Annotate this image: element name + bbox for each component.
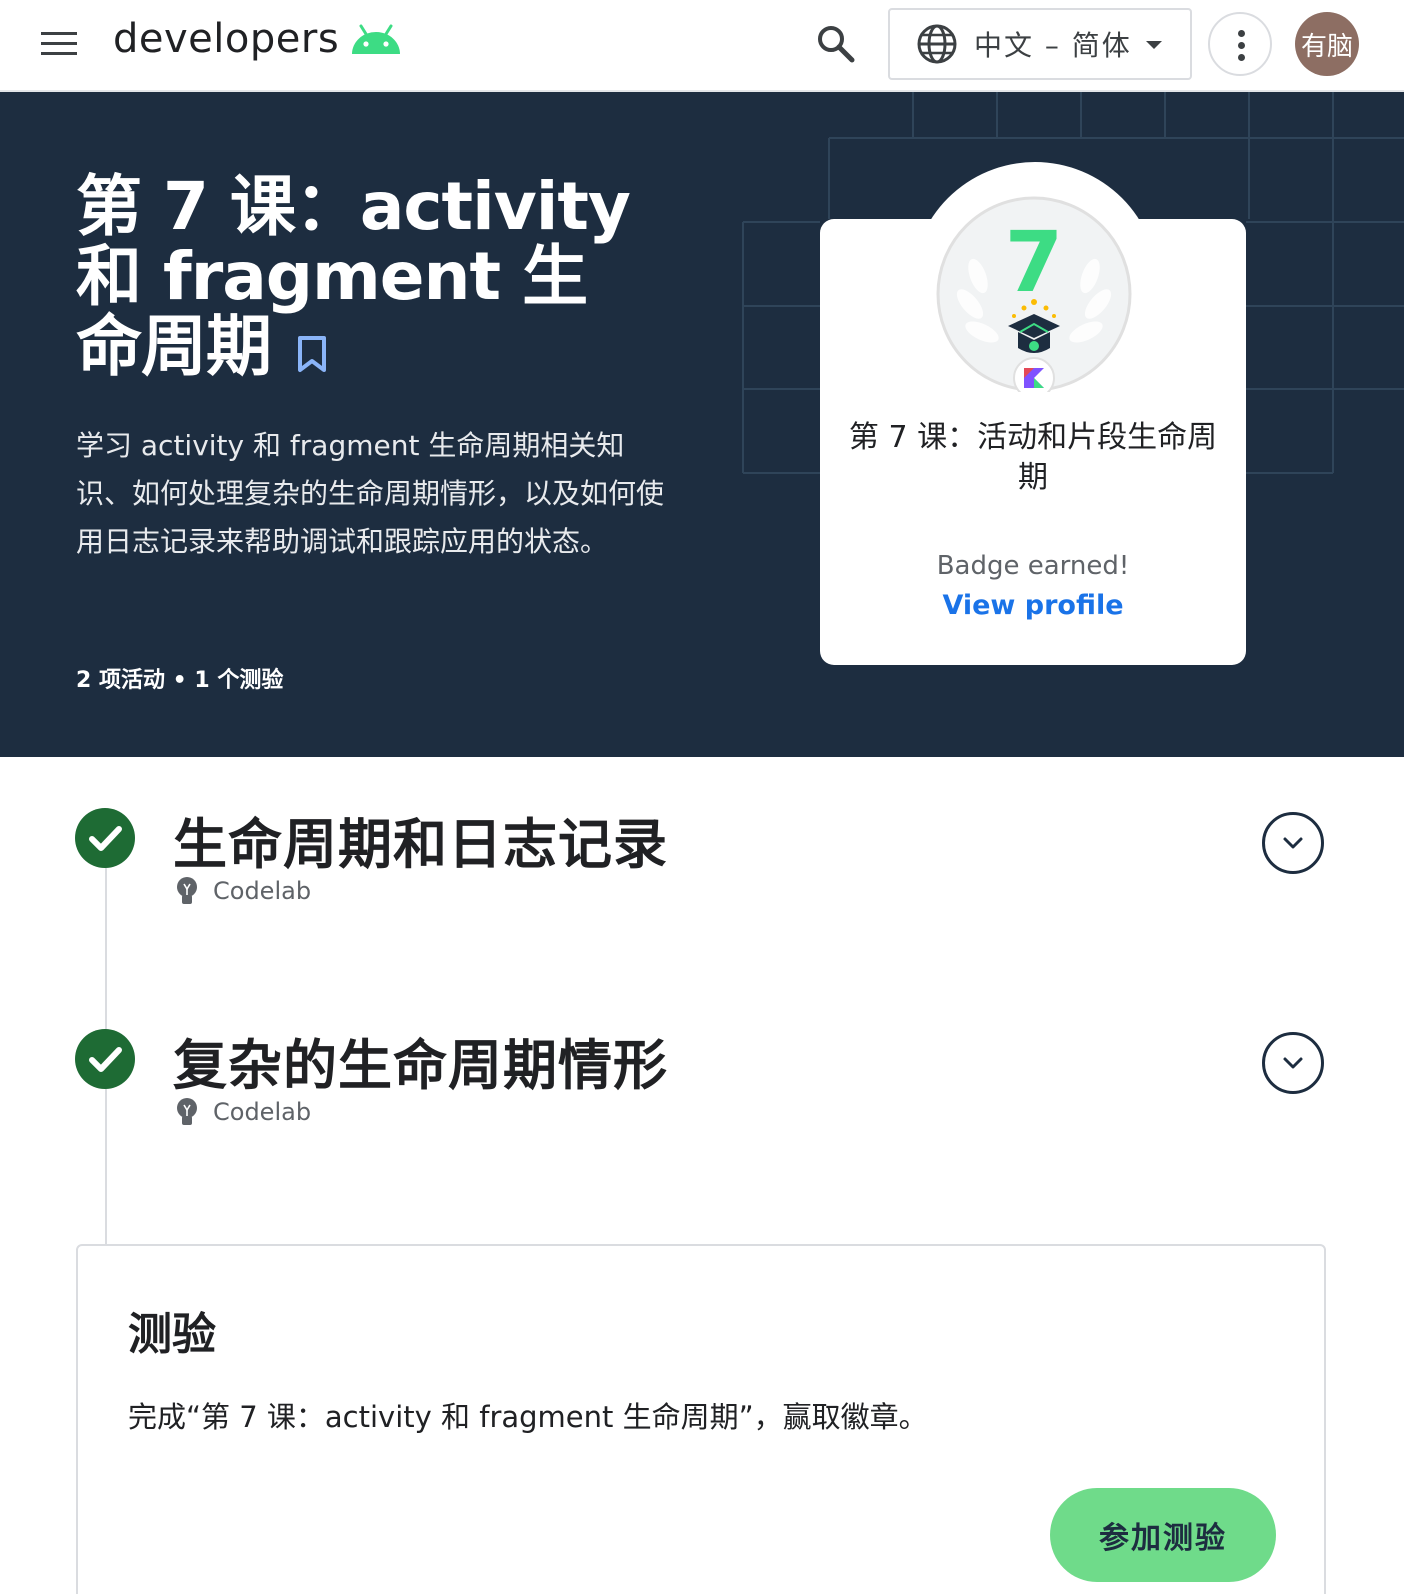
- menu-icon[interactable]: [38, 28, 82, 60]
- badge-title: 第 7 课：活动和片段生命周期: [848, 420, 1218, 495]
- bookmark-icon: [298, 335, 326, 372]
- activity-type-label: Codelab: [213, 877, 312, 905]
- page-title: 第 7 课：activity 和 fragment 生命周期: [76, 172, 636, 386]
- more-options-button[interactable]: [1208, 12, 1272, 76]
- android-head-icon: [352, 24, 401, 54]
- logo-text: developers: [113, 16, 340, 62]
- bookmark-button[interactable]: [297, 316, 327, 386]
- activity-type-label: Codelab: [213, 1098, 312, 1126]
- globe-icon: [917, 24, 957, 64]
- more-vert-icon: [1238, 30, 1245, 37]
- take-quiz-button[interactable]: 参加测验: [1050, 1488, 1276, 1582]
- expand-button[interactable]: [1262, 1032, 1324, 1094]
- badge-laurel-icon: 7: [936, 196, 1132, 399]
- view-profile-link[interactable]: View profile: [820, 590, 1246, 621]
- dropdown-arrow-icon: [1146, 41, 1162, 49]
- lesson-meta: 2 项活动 • 1 个测验: [76, 668, 284, 693]
- activity-type: Codelab: [175, 876, 311, 906]
- language-selector[interactable]: 中文 – 简体: [888, 8, 1192, 80]
- activity-type: Codelab: [175, 1097, 311, 1127]
- chevron-down-icon: [1283, 1057, 1303, 1069]
- badge-status: Badge earned!: [936, 551, 1130, 581]
- avatar[interactable]: 有脑: [1295, 12, 1359, 76]
- activity-item[interactable]: 生命周期和日志记录 Codelab: [0, 800, 1404, 950]
- page-title-text: 第 7 课：activity 和 fragment 生命周期: [76, 168, 631, 385]
- completed-check-icon: [75, 808, 135, 868]
- quiz-description: 完成“第 7 课：activity 和 fragment 生命周期”，赢取徽章。: [128, 1400, 928, 1434]
- lesson-description: 学习 activity 和 fragment 生命周期相关知识、如何处理复杂的生…: [76, 429, 665, 558]
- language-label: 中文 – 简体: [974, 29, 1132, 62]
- activity-item[interactable]: 复杂的生命周期情形 Codelab: [0, 1021, 1404, 1171]
- expand-button[interactable]: [1262, 812, 1324, 874]
- chevron-down-icon: [1283, 837, 1303, 849]
- completed-check-icon: [75, 1029, 135, 1089]
- quiz-card: 测验 完成“第 7 课：activity 和 fragment 生命周期”，赢取…: [76, 1244, 1326, 1594]
- badge-medal: 7: [936, 196, 1132, 399]
- developers-logo[interactable]: developers: [113, 16, 403, 62]
- search-icon: [818, 26, 855, 63]
- lightbulb-icon: [177, 1098, 197, 1125]
- search-button[interactable]: [814, 22, 858, 66]
- badge-number: 7: [1005, 213, 1063, 311]
- quiz-title: 测验: [128, 1309, 216, 1360]
- activity-title[interactable]: 复杂的生命周期情形: [173, 1021, 668, 1100]
- activity-title[interactable]: 生命周期和日志记录: [173, 800, 668, 879]
- lightbulb-icon: [177, 877, 197, 904]
- top-app-bar: developers 中文 – 简体 有脑: [0, 0, 1404, 92]
